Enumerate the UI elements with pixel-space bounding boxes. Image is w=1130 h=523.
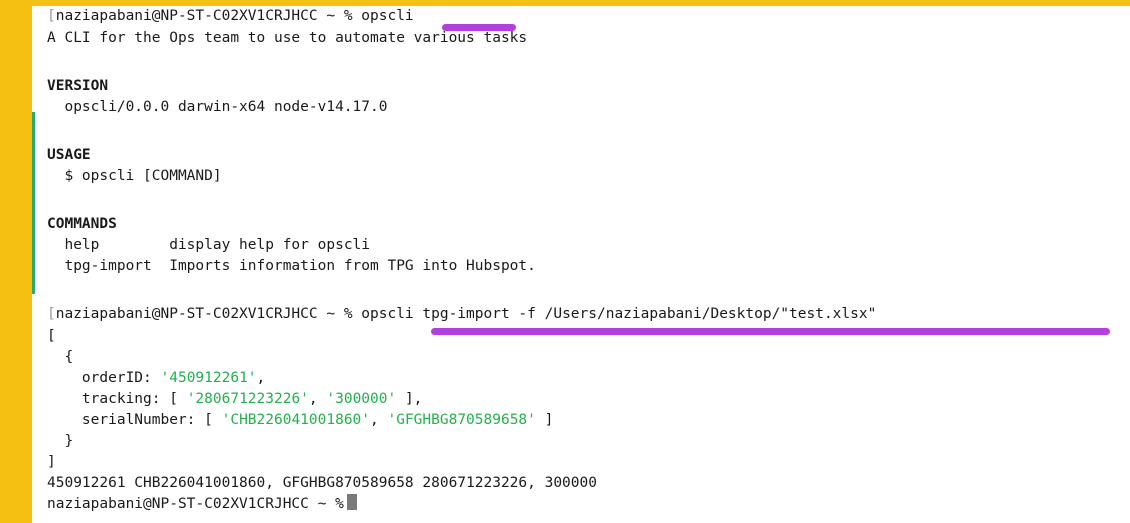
serial-value: 'CHB226041001860' bbox=[221, 412, 371, 428]
highlight-underline-cmd2 bbox=[431, 328, 1110, 335]
usage-text: $ opscli [COMMAND] bbox=[47, 168, 222, 184]
prompt-text: naziapabani@NP-ST-C02XV1CRJHCC ~ % bbox=[55, 8, 353, 24]
json-order-id: orderID: '450912261', bbox=[47, 370, 266, 386]
prompt-line-2: [naziapabani@NP-ST-C02XV1CRJHCC ~ % opsc… bbox=[47, 306, 877, 322]
usage-header: USAGE bbox=[47, 147, 91, 163]
terminal-cursor[interactable] bbox=[346, 494, 357, 510]
result-line: 450912261 CHB226041001860, GFGHBG8705896… bbox=[47, 475, 597, 491]
command-row-tpg-import: tpg-import Imports information from TPG … bbox=[47, 256, 536, 276]
serial-value: 'GFGHBG870589658' bbox=[387, 412, 536, 428]
prompt-line-3: naziapabani@NP-ST-C02XV1CRJHCC ~ % bbox=[47, 494, 357, 514]
tracking-value: '280671223226' bbox=[186, 391, 309, 407]
commands-header: COMMANDS bbox=[47, 216, 117, 232]
command-opscli: opscli bbox=[361, 8, 414, 24]
prompt-text: naziapabani@NP-ST-C02XV1CRJHCC ~ % bbox=[47, 496, 344, 512]
cli-description: A CLI for the Ops team to use to automat… bbox=[47, 30, 528, 46]
json-object-close: } bbox=[47, 433, 74, 449]
version-text: opscli/0.0.0 darwin-x64 node-v14.17.0 bbox=[47, 99, 388, 115]
window-frame-left bbox=[0, 0, 32, 523]
prompt-text: naziapabani@NP-ST-C02XV1CRJHCC ~ % bbox=[55, 306, 353, 322]
command-name: help bbox=[47, 237, 170, 253]
order-id-value: '450912261' bbox=[160, 370, 257, 386]
json-tracking: tracking: [ '280671223226', '300000' ], bbox=[47, 391, 423, 407]
json-object-open: { bbox=[47, 349, 74, 365]
terminal-output[interactable]: [ naziapabani@NP-ST-C02XV1CRJHCC ~ % opsc… bbox=[35, 6, 1130, 523]
command-name: tpg-import bbox=[47, 258, 170, 274]
json-close-bracket: ] bbox=[47, 454, 56, 470]
command-row-help: help display help for opscli bbox=[47, 235, 370, 255]
command-desc: display help for opscli bbox=[169, 237, 371, 253]
json-serial-number: serialNumber: [ 'CHB226041001860', 'GFGH… bbox=[47, 412, 554, 428]
version-header: VERSION bbox=[47, 78, 109, 94]
command-desc: Imports information from TPG into Hubspo… bbox=[169, 258, 536, 274]
tracking-value: '300000' bbox=[326, 391, 397, 407]
json-open-bracket: [ bbox=[47, 328, 56, 344]
prompt-line-1: [naziapabani@NP-ST-C02XV1CRJHCC ~ % opsc… bbox=[47, 8, 414, 24]
command-tpg-import: opscli tpg-import -f /Users/naziapabani/… bbox=[361, 306, 877, 322]
